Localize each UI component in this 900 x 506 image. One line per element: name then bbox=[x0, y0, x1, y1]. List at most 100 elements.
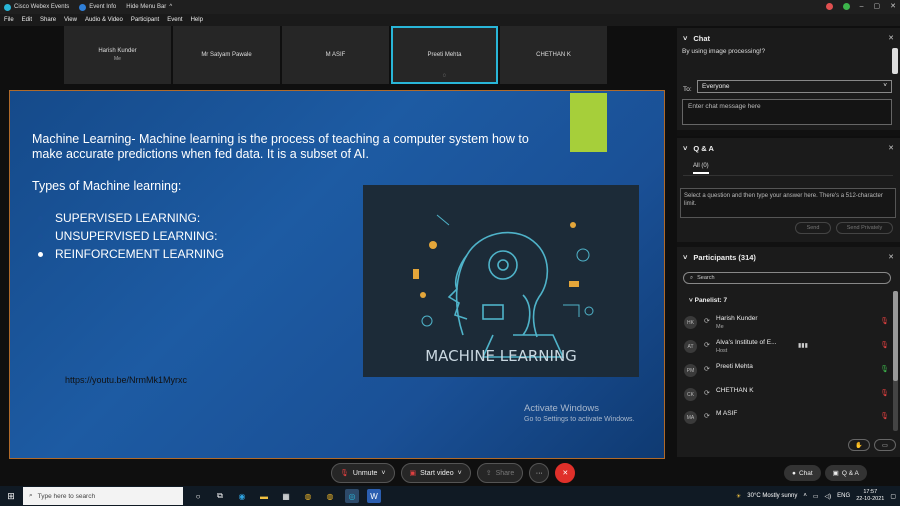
close-icon[interactable]: ✕ bbox=[890, 2, 896, 10]
language-icon[interactable]: ENG bbox=[837, 493, 850, 499]
menu-share[interactable]: Share bbox=[40, 17, 56, 23]
chat-tab-button[interactable]: ● Chat bbox=[784, 465, 821, 481]
menu-audio-video[interactable]: Audio & Video bbox=[85, 17, 123, 23]
scrollbar[interactable] bbox=[892, 48, 898, 74]
more-options-button[interactable]: ··· bbox=[529, 463, 550, 483]
video-tile[interactable]: M ASIF bbox=[282, 26, 389, 84]
recipient-select[interactable]: Everyone ˅ bbox=[697, 80, 892, 93]
menu-file[interactable]: File bbox=[4, 17, 14, 23]
participant-row[interactable]: PM ⟳ Preeti Mehta 🎙 bbox=[684, 360, 889, 380]
sync-icon: ⟳ bbox=[704, 390, 710, 397]
store-icon[interactable]: ▦ bbox=[279, 489, 293, 503]
share-icon: ⇪ bbox=[485, 470, 492, 477]
chevron-down-icon[interactable]: ˅ bbox=[683, 253, 687, 262]
system-tray: ☀ 30°C Mostly sunny ˄ ▭ ◁) ENG 17:57 22-… bbox=[736, 486, 896, 506]
qa-tab-button[interactable]: ▣ Q & A bbox=[824, 465, 867, 481]
menu-event[interactable]: Event bbox=[167, 17, 182, 23]
menu-edit[interactable]: Edit bbox=[22, 17, 32, 23]
chevron-down-icon[interactable]: ˅ bbox=[683, 34, 687, 43]
word-icon[interactable]: W bbox=[367, 489, 381, 503]
tab-all[interactable]: All (0) bbox=[693, 163, 709, 174]
participant-search-input[interactable]: ⌕ Search bbox=[683, 272, 891, 284]
cortana-icon[interactable]: ○ bbox=[191, 489, 205, 503]
bullet-icon bbox=[38, 215, 43, 221]
file-explorer-icon[interactable]: ▬ bbox=[257, 489, 271, 503]
leave-meeting-button[interactable]: ✕ bbox=[555, 463, 576, 483]
menu-participant[interactable]: Participant bbox=[131, 17, 159, 23]
video-tile-active-speaker[interactable]: Preeti Mehta ◌ bbox=[391, 26, 498, 84]
bullet-icon bbox=[38, 233, 43, 239]
raise-hand-button[interactable]: ✋ bbox=[848, 439, 870, 451]
chat-bubble-icon: ▭ bbox=[882, 442, 888, 449]
maximize-icon[interactable]: ▢ bbox=[874, 2, 881, 10]
activate-windows-watermark: Activate Windows Go to Settings to activ… bbox=[524, 403, 635, 423]
mic-muted-icon[interactable]: 🎙 bbox=[880, 341, 889, 349]
menu-view[interactable]: View bbox=[64, 17, 77, 23]
security-icon bbox=[842, 2, 850, 10]
title-bar: Cisco Webex Events Event Info Hide Menu … bbox=[0, 0, 900, 14]
scrollbar[interactable] bbox=[893, 291, 898, 431]
task-view-icon[interactable]: ⧉ bbox=[213, 489, 227, 503]
send-privately-button[interactable]: Send Privately bbox=[836, 222, 893, 234]
participant-row[interactable]: CK ⟳ CHETHAN K 🎙 bbox=[684, 384, 889, 404]
minimize-icon[interactable]: – bbox=[860, 3, 864, 10]
chrome-icon[interactable]: ◍ bbox=[301, 489, 315, 503]
video-tile[interactable]: CHETHAN K bbox=[500, 26, 607, 84]
menu-help[interactable]: Help bbox=[191, 17, 203, 23]
clock[interactable]: 17:57 22-10-2021 bbox=[856, 489, 884, 503]
network-icon[interactable]: ▭ bbox=[813, 493, 819, 500]
chevron-down-icon[interactable]: ˅ bbox=[683, 144, 687, 153]
panel-footer: ✋ ▭ bbox=[848, 439, 896, 451]
video-tile[interactable]: Mr Satyam Pawale bbox=[173, 26, 280, 84]
participant-row[interactable]: AT ⟳ Alva's Institute of E... Host ▮▮▮ 🎙 bbox=[684, 336, 889, 356]
mic-muted-icon[interactable]: 🎙 bbox=[880, 317, 889, 325]
youtube-link[interactable]: https://youtu.be/NrmMk1Myrxc bbox=[65, 375, 187, 385]
chrome-icon[interactable]: ◍ bbox=[323, 489, 337, 503]
reactions-button[interactable]: ▭ bbox=[874, 439, 896, 451]
avatar: MA bbox=[684, 411, 697, 424]
meeting-controls: 🎙 Unmute ˅ ▣ Start video ˅ ⇪ Share ··· ✕ bbox=[331, 462, 576, 484]
slide-types-heading: Types of Machine learning: bbox=[32, 179, 182, 193]
mic-muted-icon[interactable]: 🎙 bbox=[880, 389, 889, 397]
send-button[interactable]: Send bbox=[795, 222, 831, 234]
volume-icon[interactable]: ◁) bbox=[825, 493, 832, 500]
avatar: CK bbox=[684, 388, 697, 401]
close-icon[interactable]: ✕ bbox=[888, 253, 894, 261]
list-item: UNSUPERVISED LEARNING: bbox=[38, 227, 224, 245]
video-tile[interactable]: Harish Kunder Me bbox=[64, 26, 171, 84]
image-caption: MACHINE LEARNING bbox=[425, 347, 577, 365]
start-video-button[interactable]: ▣ Start video ˅ bbox=[400, 463, 471, 483]
avatar: PM bbox=[684, 364, 697, 377]
participant-row[interactable]: MA ⟳ M ASIF 🎙 bbox=[684, 407, 889, 427]
chevron-down-icon: ˅ bbox=[457, 469, 462, 477]
close-icon: ✕ bbox=[562, 470, 569, 477]
mic-on-icon[interactable]: 🎙 bbox=[880, 365, 889, 373]
avatar: HK bbox=[684, 316, 697, 329]
slide-list: SUPERVISED LEARNING: UNSUPERVISED LEARNI… bbox=[38, 209, 224, 263]
webex-icon[interactable]: ◎ bbox=[345, 489, 359, 503]
participant-row[interactable]: HK ⟳ Harish Kunder Me 🎙 bbox=[684, 312, 889, 332]
answer-input[interactable]: Select a question and then type your ans… bbox=[680, 188, 896, 218]
event-info-button[interactable]: Event Info bbox=[79, 3, 116, 11]
close-icon[interactable]: ✕ bbox=[888, 34, 894, 42]
close-icon[interactable]: ✕ bbox=[888, 144, 894, 152]
sync-icon: ⟳ bbox=[704, 342, 710, 349]
hide-menu-bar-button[interactable]: Hide Menu Bar ^ bbox=[126, 4, 172, 10]
chat-icon: ● bbox=[792, 469, 796, 477]
windows-start-icon[interactable]: ⊞ bbox=[0, 486, 22, 506]
share-button[interactable]: ⇪ Share bbox=[476, 463, 524, 483]
chat-input[interactable]: Enter chat message here bbox=[682, 99, 892, 125]
weather-text[interactable]: 30°C Mostly sunny bbox=[747, 493, 797, 499]
signal-icon: ▮▮▮ bbox=[798, 343, 808, 349]
scrollbar-thumb[interactable] bbox=[893, 291, 898, 381]
edge-icon[interactable]: ◉ bbox=[235, 489, 249, 503]
participants-panel: ˅ Participants (314) ✕ ⌕ Search ˅ Paneli… bbox=[677, 247, 900, 457]
chat-message: By using image processing!? bbox=[682, 48, 766, 55]
chevron-down-icon[interactable]: ˅ bbox=[689, 297, 693, 304]
chevron-up-icon[interactable]: ˄ bbox=[803, 493, 807, 499]
sync-icon: ⟳ bbox=[704, 366, 710, 373]
mic-muted-icon[interactable]: 🎙 bbox=[880, 412, 889, 420]
taskbar-search-input[interactable]: ⌕ Type here to search bbox=[23, 487, 183, 505]
notifications-icon[interactable]: ▢ bbox=[890, 493, 896, 500]
unmute-button[interactable]: 🎙 Unmute ˅ bbox=[331, 463, 395, 483]
